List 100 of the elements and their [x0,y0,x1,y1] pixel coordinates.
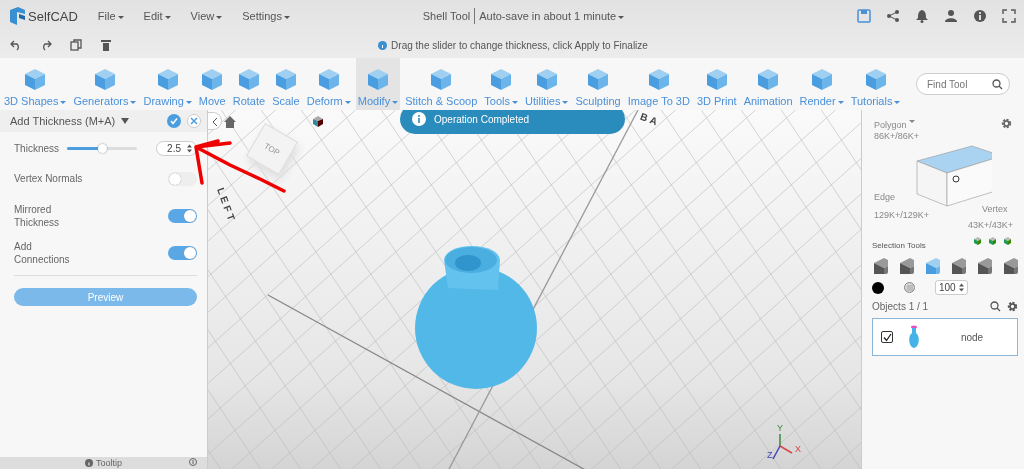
settings-icon[interactable] [1001,118,1012,129]
tooltip-label[interactable]: Tooltip [96,458,122,468]
cube-icon[interactable] [950,256,966,274]
number-field[interactable]: 2.5 [156,140,197,156]
cube-icon[interactable] [976,256,992,274]
toolbar-button[interactable]: Generators [71,58,139,110]
objects-title: Objects 1 / 1 [872,301,930,312]
toggle-switch[interactable] [168,171,197,186]
close-button[interactable] [187,114,201,128]
axis-label: BA [638,110,662,129]
toolbar-button[interactable]: Stitch & Scoop [403,58,480,110]
cube-icon [365,67,390,92]
close-icon [190,117,198,125]
autosave-status[interactable]: Auto-save in about 1 minute [479,10,625,22]
thickness-slider[interactable] [67,146,137,150]
info-icon[interactable] [973,9,987,23]
cube-icon [756,67,781,92]
axis-label: Y [777,423,783,433]
settings-icon[interactable] [1007,301,1018,312]
stepper-icon[interactable] [958,283,964,292]
object-item[interactable]: node [872,318,1018,356]
search-field[interactable]: Find Tool [916,73,1010,95]
cube-icon [155,67,180,92]
toolbar-button[interactable]: Sculpting [573,58,623,110]
info-icon [189,458,197,466]
check-icon [170,117,178,125]
cube-icon [489,67,514,92]
vase-icon [909,325,919,348]
share-icon[interactable] [886,9,900,23]
stepper-icon[interactable] [187,143,192,153]
option-label: Mirrored Thickness [14,202,60,229]
user-icon[interactable] [944,9,958,23]
menu-item[interactable]: View [190,10,223,22]
toolbar-button[interactable]: Render [797,58,846,110]
notification-text: Operation Completed [434,113,530,125]
cube-icon [704,67,729,92]
fullscreen-icon[interactable] [1002,9,1016,23]
cube-icon [236,67,261,92]
panel-title: Add Thickness (M+A) [10,115,116,127]
app-name: SelfCAD [28,8,78,24]
axis-label: X [795,444,801,454]
option-label: Add Connections [14,239,71,266]
option-label: Vertex Normals [14,172,84,185]
cube-icon[interactable] [1002,256,1018,274]
toolbar-button[interactable]: Rotate [230,58,268,110]
toolbar-button[interactable]: Move [196,58,228,110]
vertex-count: 43K+/43K+ [968,220,1014,230]
slider-label: Thickness [14,142,59,154]
section-label: Selection Tools [872,241,927,250]
sphere-icon[interactable] [904,282,915,293]
toolbar-button[interactable]: Utilities [523,58,571,110]
toolbar-button[interactable]: Tutorials [848,58,903,110]
tool-name: Shell Tool [422,10,471,22]
menu-item[interactable]: File [97,10,124,22]
cube-icon[interactable] [312,115,324,129]
vertex-label: Vertex [982,204,1008,214]
caret-icon [908,120,915,123]
bell-icon[interactable] [915,9,929,23]
cube-icon [586,67,611,92]
toolbar-button[interactable]: Tools [482,58,520,110]
redo-icon[interactable] [40,39,52,51]
toolbar-button[interactable]: Image To 3D [625,58,692,110]
polygon-mode-dropdown[interactable]: Polygon [874,120,907,130]
trash-icon[interactable] [100,39,112,51]
view-cube[interactable]: TOP [246,123,298,175]
menu-item[interactable]: Edit [143,10,171,22]
collapse-button[interactable] [208,112,222,130]
toolbar-button[interactable]: 3D Print [694,58,739,110]
edge-count: 129K+/129K+ [874,210,930,220]
cube-icon[interactable] [898,256,914,274]
info-icon [378,40,388,50]
info-icon [85,459,93,467]
undo-icon[interactable] [10,39,22,51]
logo-icon [8,6,26,26]
toggle-switch[interactable] [168,245,197,260]
copy-icon[interactable] [70,39,82,51]
toolbar-button[interactable]: Animation [741,58,795,110]
axis-gizmo-icon [772,433,793,460]
toolbar-button[interactable]: Modify [355,58,401,110]
toggle-switch[interactable] [168,208,197,223]
preview-button[interactable]: Preview [14,288,197,306]
save-icon[interactable] [857,9,871,23]
toolbar-button[interactable]: Drawing [141,58,194,110]
search-icon[interactable] [990,301,1001,312]
cube-icon [809,67,834,92]
home-icon[interactable] [224,116,236,128]
toolbar-button[interactable]: Scale [270,58,302,110]
dropdown-icon[interactable] [121,118,130,124]
cube-icon [92,67,117,92]
toolbar-button[interactable]: Deform [304,58,353,110]
menu-item[interactable]: Settings [242,10,290,22]
toolbar-button[interactable]: 3D Shapes [2,58,69,110]
axis-label: Z [767,450,773,460]
apply-button[interactable] [167,114,181,128]
cube-icon [23,67,48,92]
color-swatch[interactable] [872,281,884,294]
cube-icon[interactable] [872,256,888,274]
number-field[interactable]: 100 [935,280,968,295]
polygon-count: 86K+/86K+ [874,131,920,141]
checkbox[interactable] [881,331,893,343]
